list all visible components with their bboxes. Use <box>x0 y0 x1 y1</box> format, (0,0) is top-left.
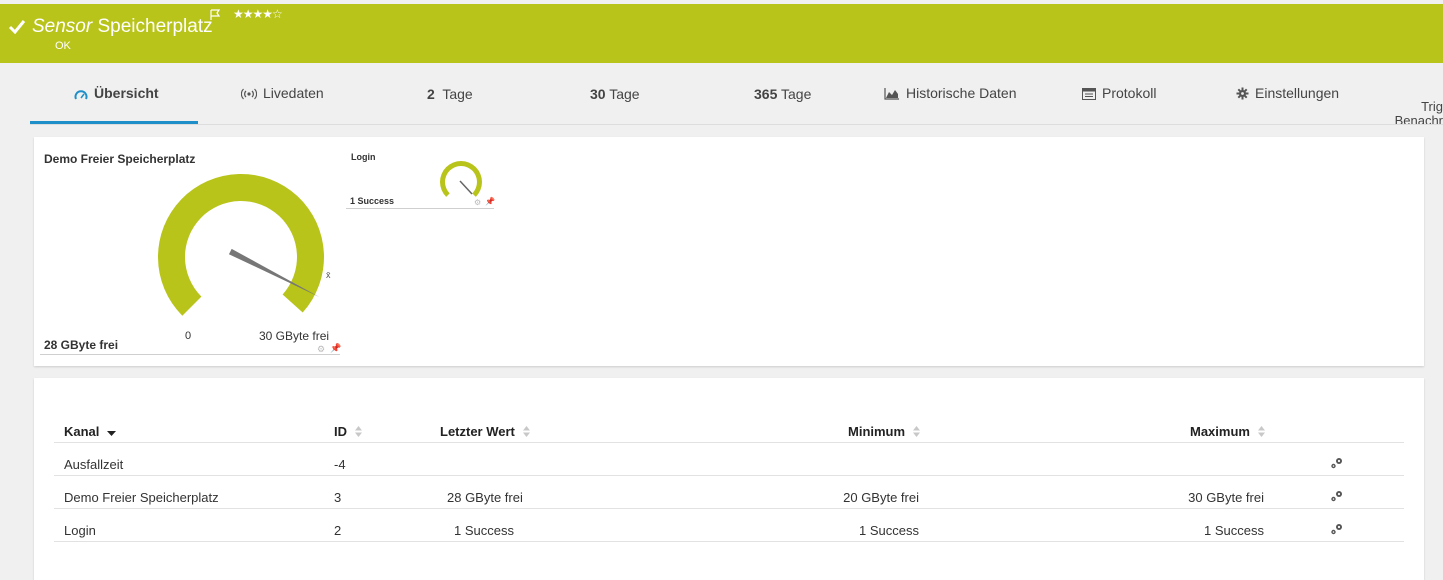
flag-icon[interactable] <box>209 9 221 21</box>
mean-marker: x̄ <box>326 270 331 280</box>
cell-last-value: 28 GByte frei <box>447 490 523 505</box>
cell-channel[interactable]: Demo Freier Speicherplatz <box>64 490 219 505</box>
gauge-value: 28 GByte frei <box>44 338 119 352</box>
tab-divider <box>30 124 1443 125</box>
cell-minimum: 20 GByte frei <box>843 490 919 505</box>
gear-icon <box>1236 87 1249 100</box>
row-divider <box>54 475 1404 476</box>
gauge-icon <box>74 90 88 100</box>
row-divider <box>54 508 1404 509</box>
priority-stars[interactable]: ★★★★☆ <box>233 7 283 21</box>
login-gauge-value: 1 Success <box>350 196 395 206</box>
cell-id: 2 <box>334 523 342 538</box>
login-gauge-title: Login <box>351 152 376 162</box>
header-divider <box>54 442 1404 443</box>
tab-settings[interactable]: Einstellungen <box>1236 85 1339 101</box>
gauge-max-label: 30 GByte frei <box>259 329 330 343</box>
tab-livedata[interactable]: Livedaten <box>240 85 324 101</box>
login-gauge-pin-icon[interactable]: 📌 <box>485 197 495 206</box>
cell-id: 3 <box>334 490 342 505</box>
channel-settings-icon[interactable] <box>1330 490 1344 502</box>
broadcast-icon <box>240 88 258 100</box>
gauge-min-label: 0 <box>185 330 192 342</box>
page-title: Sensor Speicherplatz <box>32 16 213 37</box>
row-divider <box>54 541 1404 542</box>
sort-icon <box>912 426 920 437</box>
tab-bar: Übersicht Livedaten 2 Tage 30 Tage 365 T… <box>0 63 1443 125</box>
column-header-maximum[interactable]: Maximum <box>1190 424 1265 439</box>
channels-table: Kanal ID Letzter Wert Minimum Maximum Au… <box>34 378 1424 580</box>
status-text: OK <box>55 40 71 52</box>
cell-channel[interactable]: Ausfallzeit <box>64 457 123 472</box>
login-gauge-divider <box>346 208 494 209</box>
cell-id: -4 <box>334 457 346 472</box>
tab-2-days[interactable]: 2 Tage <box>427 86 473 102</box>
tab-log[interactable]: Protokoll <box>1082 85 1156 101</box>
gauge-settings-icon[interactable]: ⚙ <box>317 344 325 355</box>
channel-settings-icon[interactable] <box>1330 457 1344 469</box>
gauge-divider <box>40 354 340 355</box>
sort-icon <box>522 426 530 437</box>
channel-settings-icon[interactable] <box>1330 523 1344 535</box>
login-gauge-needle <box>459 180 473 195</box>
checkmark-icon <box>8 20 26 35</box>
gauge-arc <box>158 174 325 316</box>
tab-365-days[interactable]: 365 Tage <box>754 86 811 102</box>
cell-minimum: 1 Success <box>859 523 919 538</box>
sort-desc-icon <box>107 431 117 436</box>
list-icon <box>1082 88 1096 100</box>
tab-historic-data[interactable]: Historische Daten <box>884 85 1017 101</box>
column-header-last-value[interactable]: Letzter Wert <box>440 424 530 439</box>
login-gauge-settings-icon[interactable]: ⚙ <box>474 198 481 207</box>
gauge-pin-icon[interactable]: 📌 <box>330 343 341 354</box>
tab-30-days[interactable]: 30 Tage <box>590 86 640 102</box>
cell-maximum: 30 GByte frei <box>1188 490 1264 505</box>
tab-overview[interactable]: Übersicht <box>74 85 159 101</box>
cell-maximum: 1 Success <box>1204 523 1264 538</box>
sensor-header: Sensor Speicherplatz ★★★★☆ OK <box>0 4 1443 63</box>
sort-icon <box>1257 426 1265 437</box>
column-header-id[interactable]: ID <box>334 424 362 439</box>
cell-channel[interactable]: Login <box>64 523 96 538</box>
column-header-channel[interactable]: Kanal <box>64 424 117 439</box>
cell-last-value: 1 Success <box>454 523 514 538</box>
column-header-minimum[interactable]: Minimum <box>848 424 920 439</box>
login-gauge-arc <box>440 161 482 197</box>
gauges-panel: Demo Freier Speicherplatz x̄ 28 GByte fr… <box>34 137 1424 366</box>
sort-icon <box>354 426 362 437</box>
area-chart-icon <box>884 88 899 100</box>
